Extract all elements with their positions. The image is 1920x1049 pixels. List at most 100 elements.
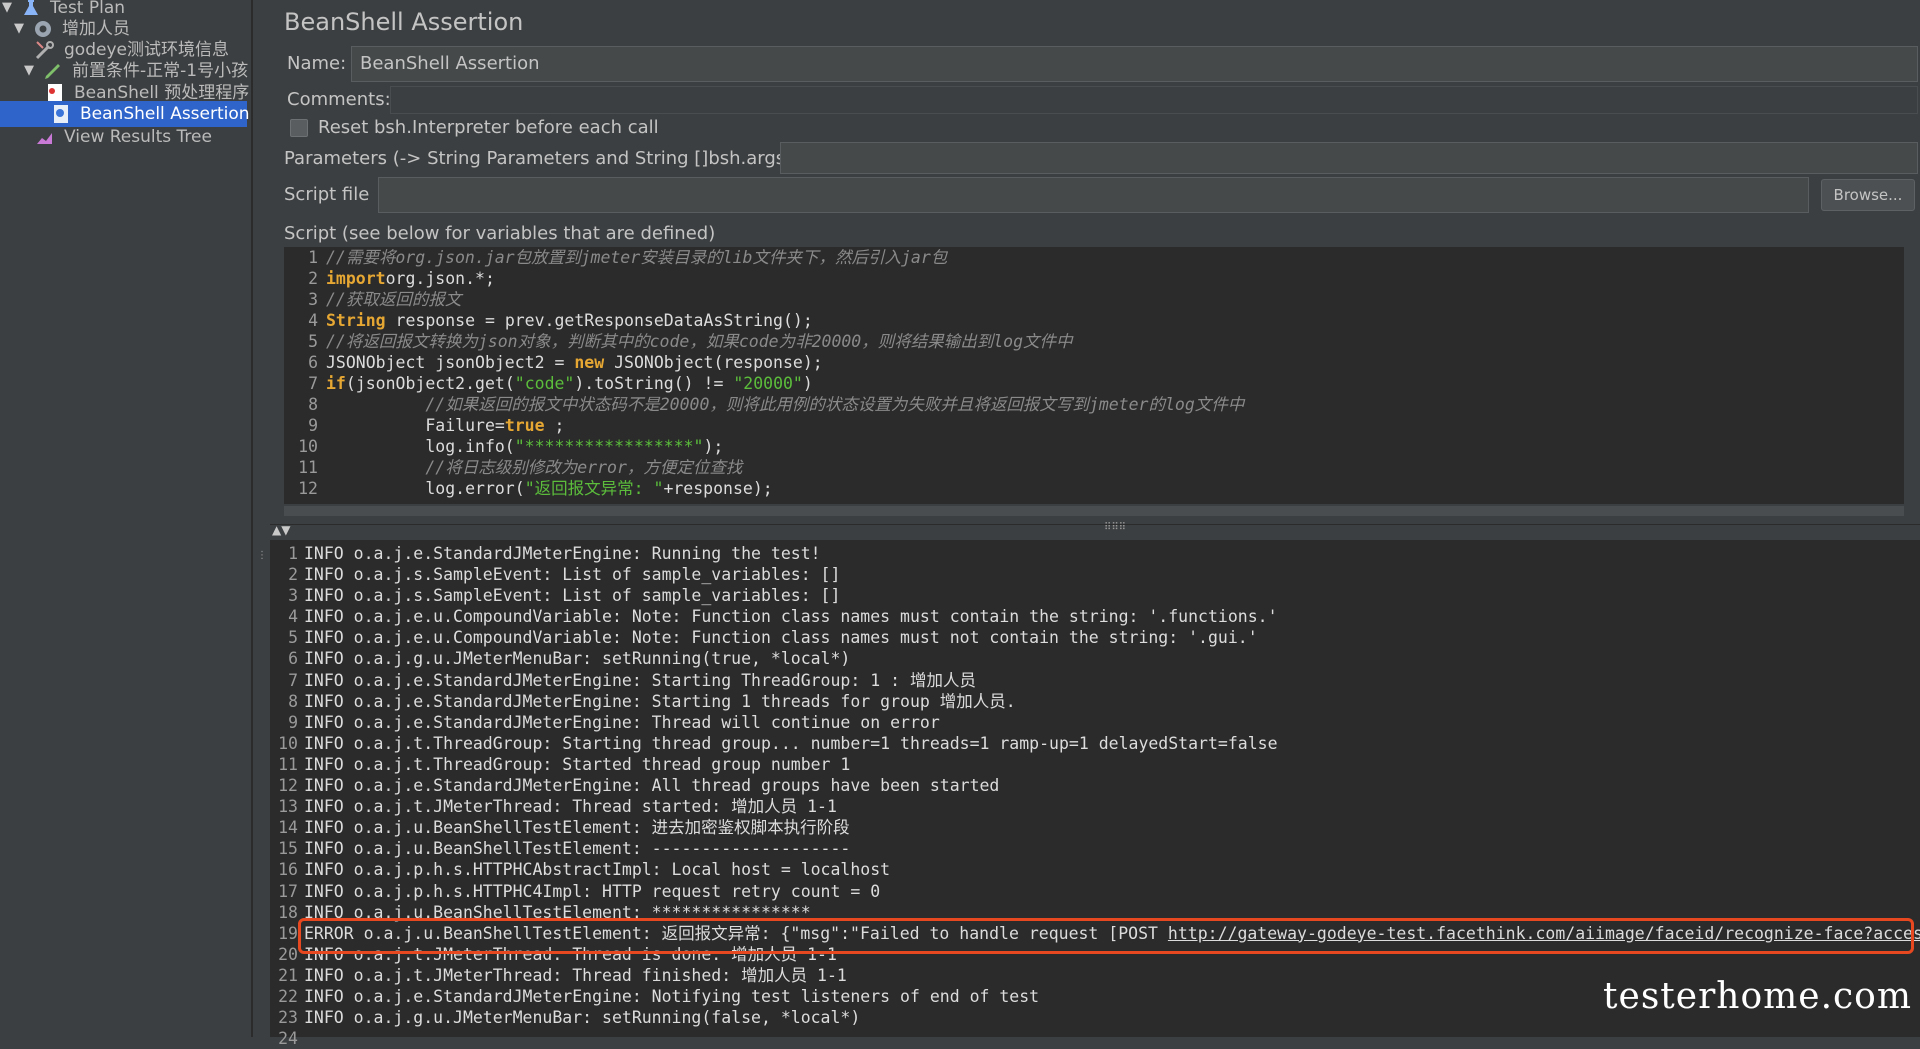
log-line: 16 INFO o.a.j.p.h.s.HTTPHCAbstractImpl: L…	[270, 859, 1920, 880]
log-line-text: INFO o.a.j.e.StandardJMeterEngine: Runni…	[304, 544, 821, 563]
script-line[interactable]: 7 if(jsonObject2.get("code").toString() !…	[284, 373, 1904, 394]
log-line: 13 INFO o.a.j.t.JMeterThread: Thread star…	[270, 796, 1920, 817]
line-number: 8	[308, 395, 318, 414]
drag-handle-icon[interactable]: ⠿⠿⠿	[1104, 522, 1126, 533]
line-number: 15	[278, 839, 298, 859]
line-number: 18	[278, 902, 298, 922]
log-line: 11 INFO o.a.j.t.ThreadGroup: Started thre…	[270, 754, 1920, 775]
script-label: Script (see below for variables that are…	[284, 223, 716, 244]
browse-button[interactable]: Browse...	[1821, 179, 1915, 211]
log-line-text: INFO o.a.j.g.u.JMeterMenuBar: setRunning…	[304, 649, 851, 669]
line-number: 1	[288, 544, 298, 563]
side-drag-handle-icon[interactable]: ⋮	[257, 550, 267, 561]
log-line-text: INFO o.a.j.e.u.CompoundVariable: Note: F…	[304, 607, 1278, 627]
log-line-text: INFO o.a.j.p.h.s.HTTPHCAbstractImpl: Loc…	[304, 860, 891, 880]
script-line-text: //将返回报文转换为json对象，判断其中的code，如果code为非20000…	[326, 332, 1073, 351]
log-line: 12 INFO o.a.j.e.StandardJMeterEngine: All…	[270, 775, 1920, 796]
log-line: 14 INFO o.a.j.u.BeanShellTestElement: 进去加…	[270, 817, 1920, 838]
line-number: 3	[308, 290, 318, 309]
log-viewer[interactable]: 1 INFO o.a.j.e.StandardJMeterEngine: Runn…	[270, 540, 1920, 1048]
script-line-text: importorg.json.*;	[326, 269, 495, 288]
expand-arrow-icon[interactable]: ▼	[24, 58, 38, 84]
assertion-icon	[50, 103, 72, 125]
line-number: 13	[278, 797, 298, 817]
line-number: 7	[288, 670, 298, 690]
chart-icon	[34, 126, 56, 148]
line-number: 23	[278, 1008, 298, 1028]
line-number: 11	[298, 458, 318, 477]
parameters-label: Parameters (-> String Parameters and Str…	[284, 148, 793, 169]
script-line[interactable]: 11 //将日志级别修改为error，方便定位查找	[284, 457, 1904, 478]
error-highlight-box	[298, 918, 1914, 954]
pencil-icon	[42, 60, 64, 82]
line-number: 4	[308, 311, 318, 330]
line-number: 21	[278, 965, 298, 985]
name-field[interactable]: BeanShell Assertion	[351, 46, 1918, 82]
log-line: 2 INFO o.a.j.s.SampleEvent: List of sampl…	[270, 564, 1920, 585]
log-line-text: INFO o.a.j.e.StandardJMeterEngine: Notif…	[304, 986, 1040, 1006]
script-line[interactable]: 1 //需要将org.json.jar包放置到jmeter安装目录的lib文件夹下…	[284, 247, 1904, 268]
line-number: 6	[308, 353, 318, 372]
script-line[interactable]: 6 JSONObject jsonObject2 = new JSONObject…	[284, 352, 1904, 373]
reset-interpreter-label: Reset bsh.Interpreter before each call	[318, 117, 659, 138]
line-number: 8	[288, 691, 298, 711]
log-line-text: INFO o.a.j.e.StandardJMeterEngine: Start…	[304, 670, 976, 690]
log-line-text: INFO o.a.j.s.SampleEvent: List of sample…	[304, 565, 841, 585]
script-line[interactable]: 8 //如果返回的报文中状态码不是20000，则将此用例的状态设置为失败并且将返…	[284, 394, 1904, 415]
script-file-label: Script file	[284, 184, 370, 205]
reset-interpreter-checkbox[interactable]	[290, 119, 308, 137]
log-line: 4 INFO o.a.j.e.u.CompoundVariable: Note: …	[270, 606, 1920, 627]
log-line: 3 INFO o.a.j.s.SampleEvent: List of sampl…	[270, 585, 1920, 606]
script-line[interactable]: 12 log.error("返回报文异常: "+response);	[284, 478, 1904, 499]
parameters-field[interactable]	[780, 142, 1918, 174]
line-number: 5	[288, 628, 298, 648]
log-line: 1 INFO o.a.j.e.StandardJMeterEngine: Runn…	[270, 543, 1920, 564]
log-line: 7 INFO o.a.j.e.StandardJMeterEngine: Star…	[270, 670, 1920, 691]
log-line: 24	[270, 1028, 1920, 1049]
line-number: 6	[288, 649, 298, 669]
collapse-arrows-icon[interactable]: ▲▼	[272, 523, 290, 537]
line-number: 12	[278, 776, 298, 796]
script-line[interactable]: 4 String response = prev.getResponseDataA…	[284, 310, 1904, 331]
script-line-text: log.info("*****************");	[326, 437, 724, 456]
comments-field[interactable]	[390, 86, 1918, 114]
script-line[interactable]: 9 Failure=true ;	[284, 415, 1904, 436]
expand-arrow-icon[interactable]: ▼	[14, 16, 28, 42]
assertion-config-panel: BeanShell Assertion Name: BeanShell Asse…	[270, 0, 1920, 520]
watermark: testerhome.com	[1603, 976, 1912, 1017]
script-editor[interactable]: 1 //需要将org.json.jar包放置到jmeter安装目录的lib文件夹下…	[284, 247, 1904, 504]
script-line-text: log.error("返回报文异常: "+response);	[326, 479, 773, 498]
tree-item-view-results-tree[interactable]: View Results Tree	[34, 124, 212, 150]
script-line[interactable]: 2 importorg.json.*;	[284, 268, 1904, 289]
line-number: 14	[278, 818, 298, 838]
script-line-text: //获取返回的报文	[326, 290, 462, 309]
script-line-text: //需要将org.json.jar包放置到jmeter安装目录的lib文件夹下，…	[326, 248, 948, 267]
line-number: 4	[288, 607, 298, 627]
line-number: 12	[298, 479, 318, 498]
script-horizontal-scrollbar[interactable]	[284, 506, 1904, 516]
script-file-field[interactable]	[378, 177, 1809, 213]
script-line[interactable]: 3 //获取返回的报文	[284, 289, 1904, 310]
line-number: 9	[308, 416, 318, 435]
script-line-text: //如果返回的报文中状态码不是20000，则将此用例的状态设置为失败并且将返回报…	[425, 395, 1245, 414]
script-line-text: //将日志级别修改为error，方便定位查找	[425, 458, 743, 477]
line-number: 2	[308, 269, 318, 288]
log-line: 17 INFO o.a.j.p.h.s.HTTPHC4Impl: HTTP req…	[270, 881, 1920, 902]
script-line[interactable]: 10 log.info("*****************");	[284, 436, 1904, 457]
test-plan-tree: ▼ Test Plan ▼ 增加人员 godeye测试环境信息 ▼ 前置条件-正常-1号小孩…	[0, 0, 253, 1037]
line-number: 9	[288, 712, 298, 732]
split-divider[interactable]: ▲▼ ⠿⠿⠿	[270, 522, 1920, 539]
log-line: 10 INFO o.a.j.t.ThreadGroup: Starting thr…	[270, 733, 1920, 754]
log-line-text: INFO o.a.j.e.StandardJMeterEngine: All t…	[304, 776, 1000, 796]
log-line-text: INFO o.a.j.p.h.s.HTTPHC4Impl: HTTP reque…	[304, 881, 881, 901]
line-number: 10	[298, 437, 318, 456]
log-line-text: INFO o.a.j.e.u.CompoundVariable: Note: F…	[304, 628, 1258, 648]
line-number: 1	[308, 248, 318, 267]
script-line-text: Failure=true ;	[326, 416, 565, 435]
line-number: 2	[288, 565, 298, 585]
comments-label: Comments:	[287, 89, 391, 110]
script-line[interactable]: 5 //将返回报文转换为json对象，判断其中的code，如果code为非2000…	[284, 331, 1904, 352]
script-line-text: JSONObject jsonObject2 = new JSONObject(…	[326, 353, 823, 372]
log-line-text: INFO o.a.j.u.BeanShellTestElement: -----…	[304, 839, 851, 859]
name-label: Name:	[287, 53, 347, 74]
